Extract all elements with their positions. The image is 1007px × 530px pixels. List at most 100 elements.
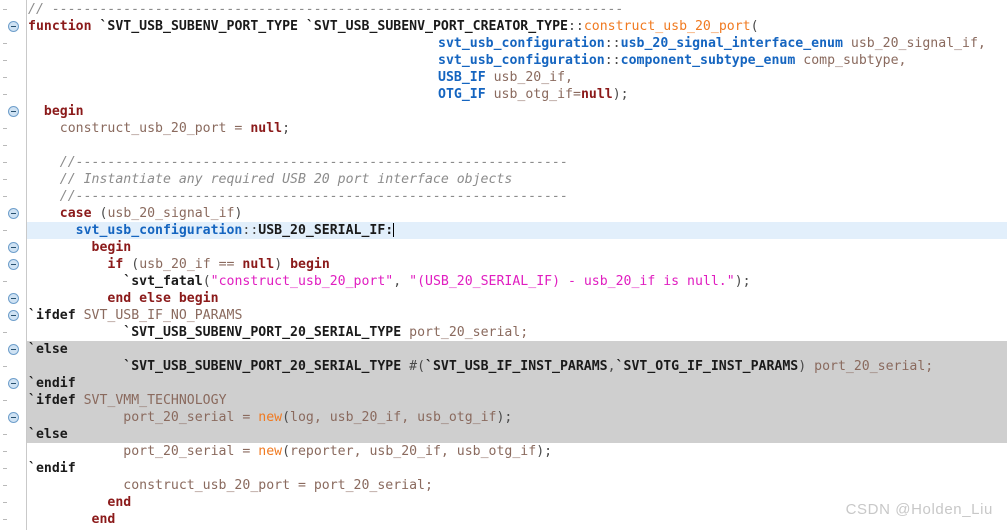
gutter-tick — [3, 43, 7, 44]
collapse-minus-icon[interactable] — [8, 412, 19, 423]
code-line[interactable]: begin — [28, 103, 84, 120]
code-line[interactable]: //--------------------------------------… — [28, 188, 568, 205]
code-token: svt_usb_configuration — [75, 223, 243, 238]
code-token: USB_IF — [438, 70, 486, 85]
code-line[interactable]: construct_usb_20_port = port_20_serial; — [28, 477, 433, 494]
gutter-tick — [3, 434, 7, 435]
gutter-tick — [3, 196, 7, 197]
code-token: if — [107, 257, 124, 272]
code-token: ( — [282, 444, 291, 459]
code-line[interactable]: function `SVT_USB_SUBENV_PORT_TYPE `SVT_… — [28, 18, 759, 35]
code-token: ); — [734, 274, 751, 289]
code-line[interactable]: if (usb_20_if == null) begin — [28, 256, 329, 273]
code-token: "(USB_20_SERIAL_IF) - usb_20_if is null.… — [409, 274, 735, 289]
code-line[interactable]: `svt_fatal("construct_usb_20_port", "(US… — [28, 273, 751, 290]
gutter-tick — [3, 502, 7, 503]
code-token: construct_usb_20_port = — [59, 121, 251, 136]
code-line[interactable]: `endif — [28, 460, 76, 477]
code-token: #( — [409, 359, 426, 374]
gutter-tick — [3, 400, 7, 401]
code-line[interactable]: svt_usb_configuration::component_subtype… — [438, 52, 906, 69]
collapse-minus-icon[interactable] — [8, 293, 19, 304]
code-line[interactable]: port_20_serial = new(reporter, usb_20_if… — [28, 443, 552, 460]
code-line[interactable]: `ifdef SVT_VMM_TECHNOLOGY — [28, 392, 227, 409]
code-editor[interactable]: // -------------------------------------… — [0, 0, 1007, 530]
editor-gutter[interactable] — [0, 0, 27, 530]
code-token: :: — [604, 36, 621, 51]
code-line[interactable]: end — [28, 494, 131, 511]
code-token: //--------------------------------------… — [28, 189, 568, 204]
code-line[interactable]: `SVT_USB_SUBENV_PORT_20_SERIAL_TYPE #(`S… — [28, 358, 933, 375]
gutter-tick — [3, 145, 7, 146]
code-token: case — [59, 206, 92, 221]
collapse-minus-icon[interactable] — [8, 106, 19, 117]
code-line[interactable]: `else — [28, 426, 68, 443]
code-token: usb_20_signal_interface_enum — [620, 36, 843, 51]
code-token: :: — [242, 223, 259, 238]
collapse-minus-icon[interactable] — [8, 208, 19, 219]
code-token: `ifdef — [28, 393, 76, 408]
code-token: , — [607, 359, 616, 374]
code-line[interactable]: begin — [28, 239, 132, 256]
code-line[interactable]: svt_usb_configuration::usb_20_signal_int… — [438, 35, 986, 52]
code-content[interactable]: // -------------------------------------… — [0, 0, 1007, 530]
collapse-minus-icon[interactable] — [8, 21, 19, 32]
code-token: //--------------------------------------… — [28, 155, 568, 170]
gutter-tick — [3, 281, 7, 282]
code-token: ); — [536, 444, 553, 459]
code-line[interactable]: OTG_IF usb_otg_if=null); — [438, 86, 629, 103]
code-token: end — [91, 512, 116, 527]
gutter-tick — [3, 451, 7, 452]
code-token: `SVT_USB_SUBENV_PORT_20_SERIAL_TYPE — [123, 325, 402, 340]
code-token: `else — [28, 342, 68, 357]
code-line[interactable]: // -------------------------------------… — [28, 1, 623, 18]
watermark-text: CSDN @Holden_Liu — [845, 501, 993, 518]
collapse-minus-icon[interactable] — [8, 259, 19, 270]
code-line[interactable]: //--------------------------------------… — [28, 154, 568, 171]
collapse-minus-icon[interactable] — [8, 242, 19, 253]
code-token: ( — [131, 257, 140, 272]
code-line[interactable]: // Instantiate any required USB 20 port … — [28, 171, 513, 188]
code-line[interactable]: `ifdef SVT_USB_IF_NO_PARAMS — [28, 307, 242, 324]
code-token: new — [258, 410, 283, 425]
code-line[interactable]: construct_usb_20_port = null; — [28, 120, 290, 137]
code-line[interactable]: `else — [28, 341, 68, 358]
code-line[interactable]: `endif — [28, 375, 76, 392]
code-token: function — [28, 19, 92, 34]
collapse-minus-icon[interactable] — [8, 378, 19, 389]
code-token: ( — [750, 19, 759, 34]
code-line[interactable]: svt_usb_configuration::USB_20_SERIAL_IF: — [28, 222, 395, 239]
gutter-tick — [3, 162, 7, 163]
code-line[interactable]: end — [28, 511, 116, 528]
code-line[interactable]: USB_IF usb_20_if, — [438, 69, 573, 86]
code-token: end — [107, 495, 132, 510]
collapse-minus-icon[interactable] — [8, 310, 19, 321]
gutter-tick — [3, 9, 7, 10]
code-line[interactable]: port_20_serial = new(log, usb_20_if, usb… — [28, 409, 512, 426]
code-token: port_20_serial = — [123, 444, 259, 459]
code-line[interactable]: end else begin — [28, 290, 218, 307]
code-token: `SVT_USB_SUBENV_PORT_CREATOR_TYPE — [305, 19, 568, 34]
code-token: ); — [612, 87, 629, 102]
code-line[interactable]: `SVT_USB_SUBENV_PORT_20_SERIAL_TYPE port… — [28, 324, 528, 341]
code-line[interactable]: case (usb_20_signal_if) — [28, 205, 243, 222]
code-token: new — [258, 444, 283, 459]
code-token: comp_subtype, — [803, 53, 907, 68]
code-token: construct_usb_20_port = port_20_serial; — [123, 478, 433, 493]
collapse-minus-icon[interactable] — [8, 344, 19, 355]
